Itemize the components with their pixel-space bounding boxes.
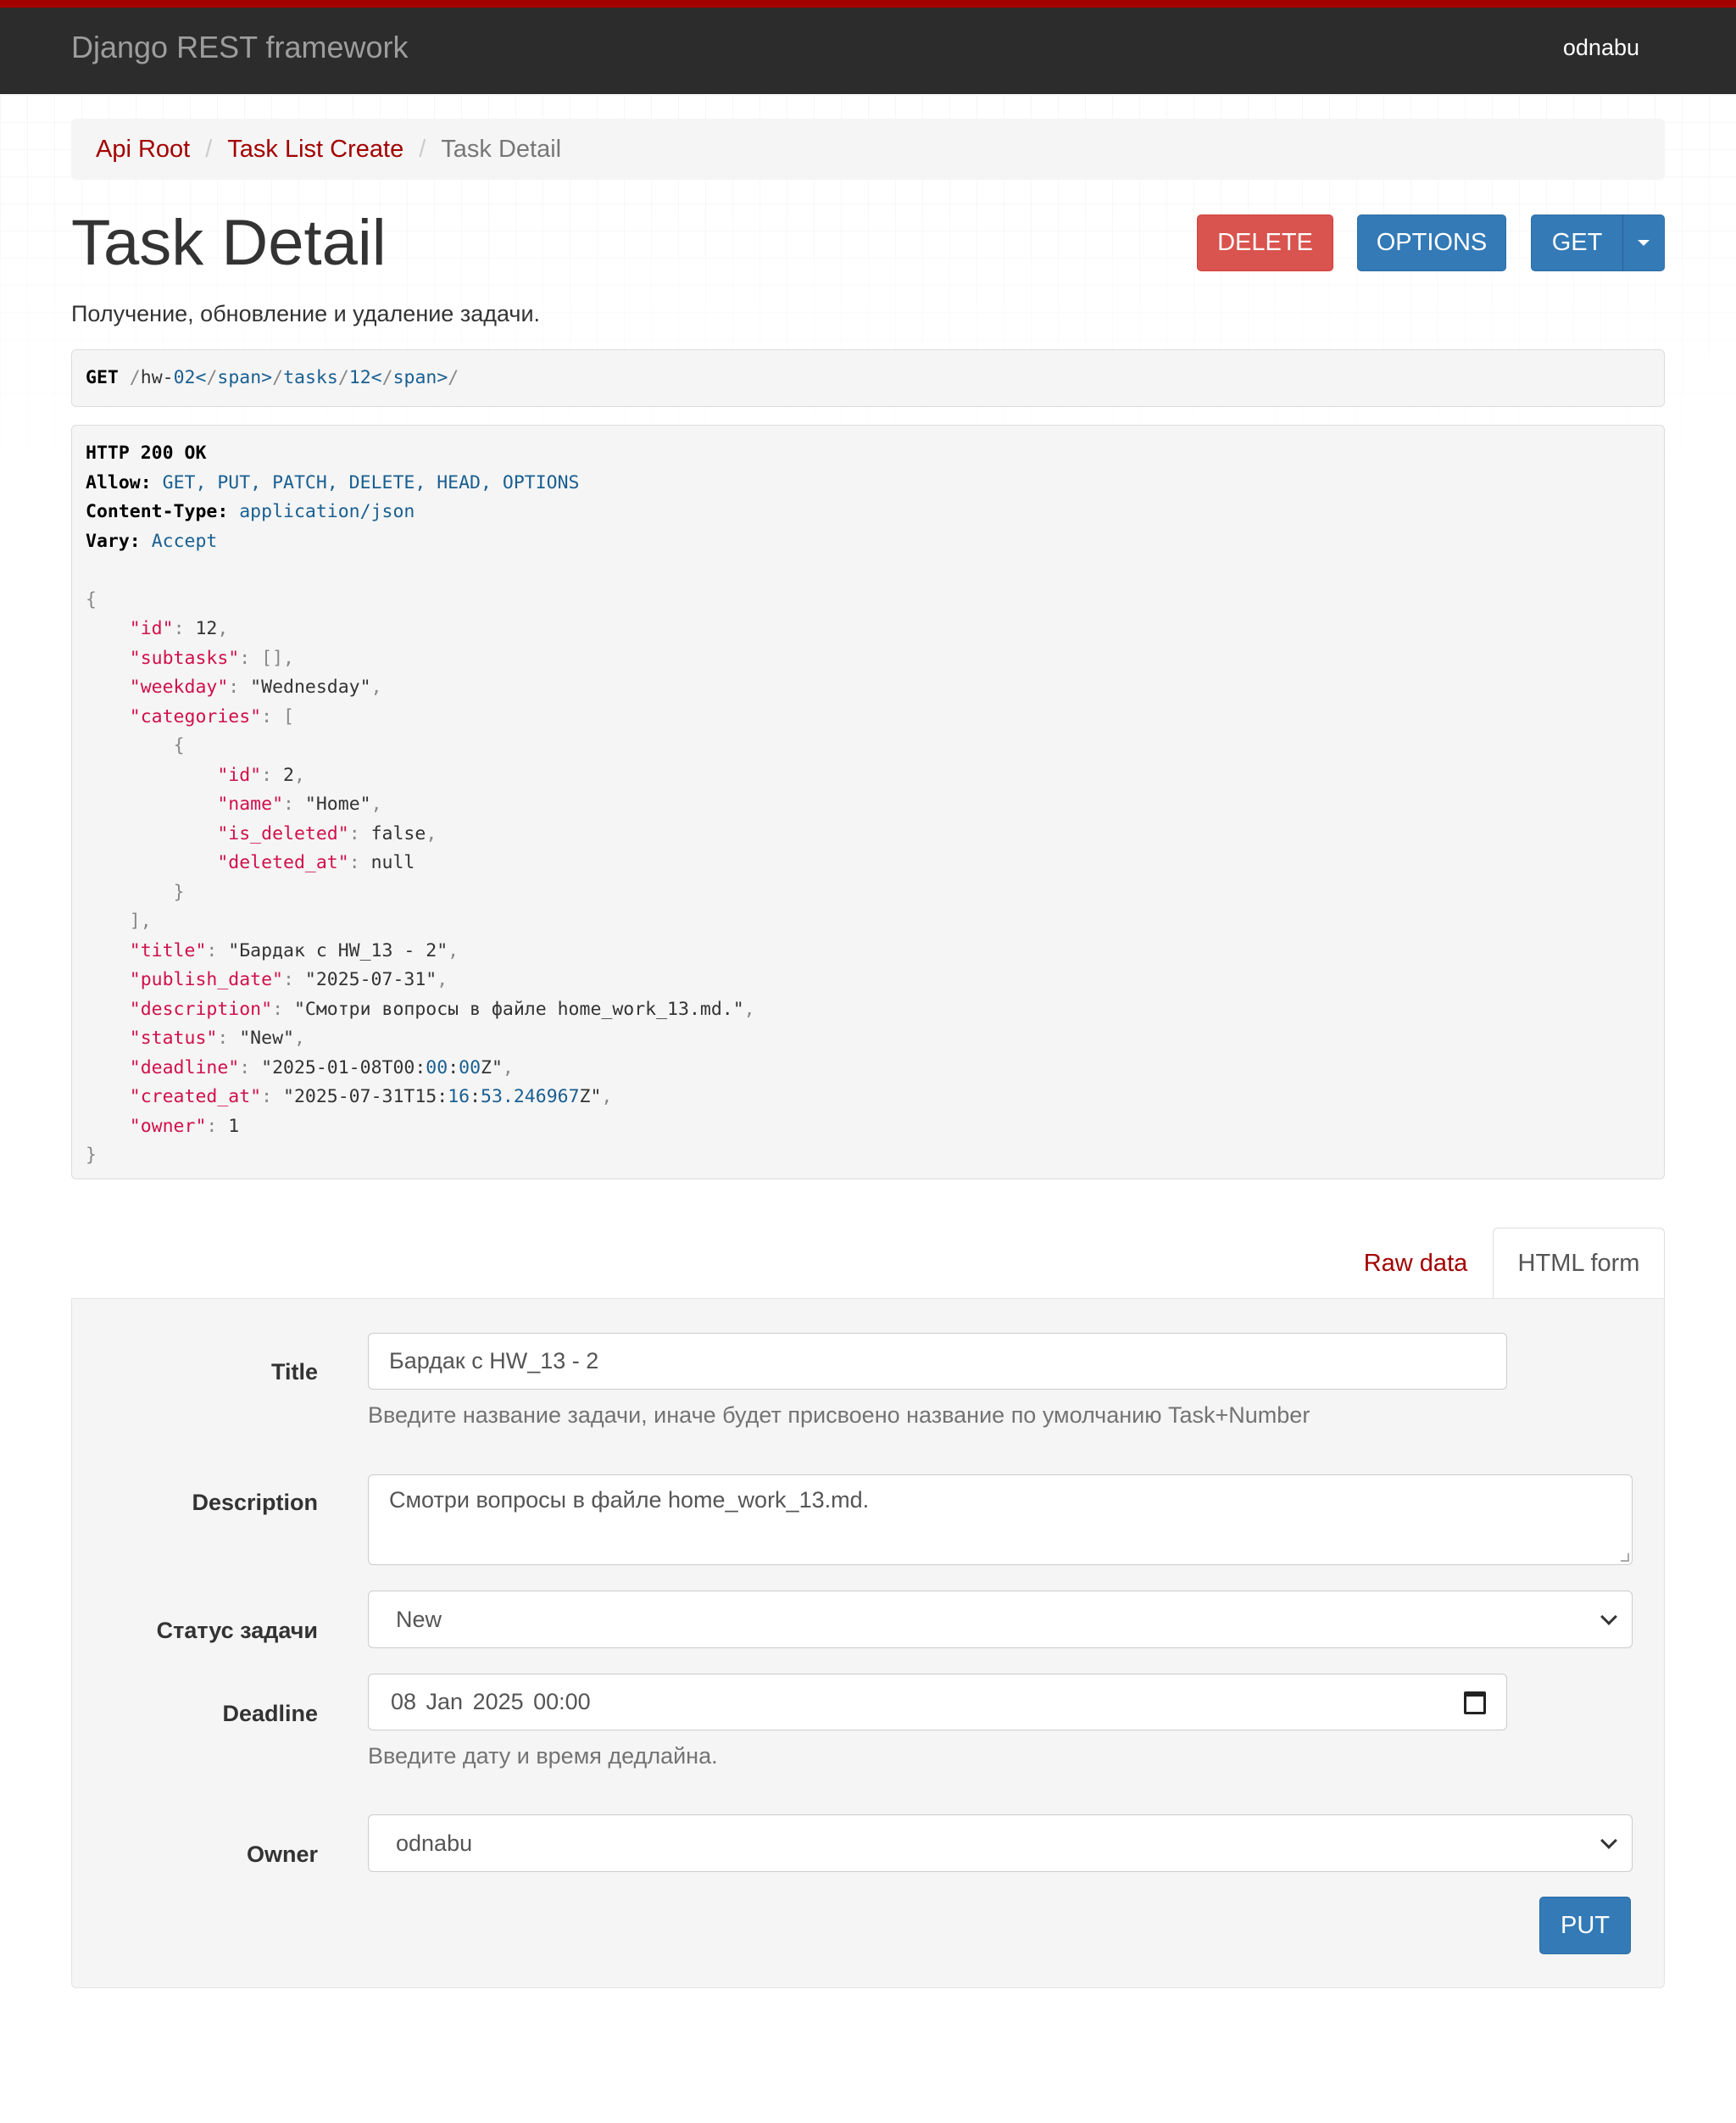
title-help-text: Введите название задачи, иначе будет при… bbox=[368, 1402, 1310, 1428]
status-select[interactable]: New bbox=[368, 1591, 1633, 1648]
description-text: Смотри вопросы в файле home_work_13.md. bbox=[389, 1487, 870, 1513]
breadcrumb-separator: / bbox=[419, 135, 426, 163]
owner-label: Owner bbox=[246, 1842, 318, 1867]
breadcrumb-current: Task Detail bbox=[441, 135, 562, 163]
allow-header-value: GET, PUT, PATCH, DELETE, HEAD, OPTIONS bbox=[162, 471, 580, 493]
navbar: Django REST framework odnabu bbox=[0, 8, 1736, 94]
title-input[interactable]: Бардак с HW_13 - 2 bbox=[368, 1333, 1507, 1390]
allow-header-label: Allow: bbox=[86, 471, 152, 493]
html-form: Title Бардак с HW_13 - 2 Введите названи… bbox=[71, 1298, 1665, 1988]
chevron-down-icon bbox=[1600, 1608, 1617, 1625]
response-json-body: { "id": 12, "subtasks": [], "weekday": "… bbox=[86, 588, 755, 1167]
breadcrumb: Api Root / Task List Create / Task Detai… bbox=[71, 119, 1665, 180]
content-tabs: Raw data HTML form bbox=[71, 1228, 1665, 1299]
request-info: GET /hw-02</span>/tasks/12</span>/ bbox=[71, 349, 1665, 407]
content-type-header-value: application/json bbox=[239, 501, 415, 522]
deadline-label: Deadline bbox=[222, 1701, 318, 1726]
response-info: HTTP 200 OK Allow: GET, PUT, PATCH, DELE… bbox=[71, 425, 1665, 1179]
owner-selected-value: odnabu bbox=[396, 1830, 473, 1856]
breadcrumb-task-list-create[interactable]: Task List Create bbox=[227, 136, 403, 164]
tab-html-form[interactable]: HTML form bbox=[1493, 1228, 1665, 1299]
get-button[interactable]: GET bbox=[1531, 215, 1623, 271]
deadline-value: 08 Jan 2025 00:00 bbox=[391, 1689, 591, 1714]
content-type-header-label: Content-Type: bbox=[86, 501, 229, 522]
brand-link[interactable]: Django REST framework bbox=[71, 30, 408, 65]
tab-raw-data[interactable]: Raw data bbox=[1348, 1228, 1483, 1299]
page-title: Task Detail bbox=[71, 207, 387, 279]
deadline-input[interactable]: 08 Jan 2025 00:00 bbox=[368, 1674, 1507, 1730]
description-textarea[interactable]: Смотри вопросы в файле home_work_13.md. bbox=[368, 1474, 1633, 1565]
description-label: Description bbox=[192, 1490, 318, 1515]
breadcrumb-separator: / bbox=[205, 135, 213, 163]
resize-handle-icon[interactable] bbox=[1621, 1553, 1629, 1562]
caret-down-icon bbox=[1638, 240, 1650, 246]
title-label: Title bbox=[270, 1359, 318, 1385]
page-description: Получение, обновление и удаление задачи. bbox=[71, 301, 541, 326]
status-selected-value: New bbox=[396, 1606, 442, 1632]
deadline-help-text: Введите дату и время дедлайна. bbox=[368, 1743, 718, 1769]
breadcrumb-api-root[interactable]: Api Root bbox=[96, 136, 190, 164]
vary-header-value: Accept bbox=[151, 530, 218, 552]
brand-stripe bbox=[0, 0, 1736, 8]
put-button[interactable]: PUT bbox=[1539, 1897, 1631, 1954]
request-method: GET bbox=[86, 367, 119, 388]
calendar-icon[interactable] bbox=[1464, 1691, 1486, 1714]
request-path: /hw-02</span>/tasks/12</span>/ bbox=[129, 367, 459, 388]
chevron-down-icon bbox=[1600, 1832, 1617, 1849]
delete-button[interactable]: DELETE bbox=[1197, 215, 1333, 271]
owner-select[interactable]: odnabu bbox=[368, 1814, 1633, 1872]
response-status: HTTP 200 OK bbox=[86, 443, 207, 464]
status-label: Статус задачи bbox=[156, 1618, 318, 1643]
get-format-dropdown[interactable] bbox=[1622, 215, 1665, 271]
vary-header-label: Vary: bbox=[86, 530, 141, 552]
user-menu[interactable]: odnabu bbox=[1563, 35, 1639, 61]
options-button[interactable]: OPTIONS bbox=[1357, 215, 1506, 271]
